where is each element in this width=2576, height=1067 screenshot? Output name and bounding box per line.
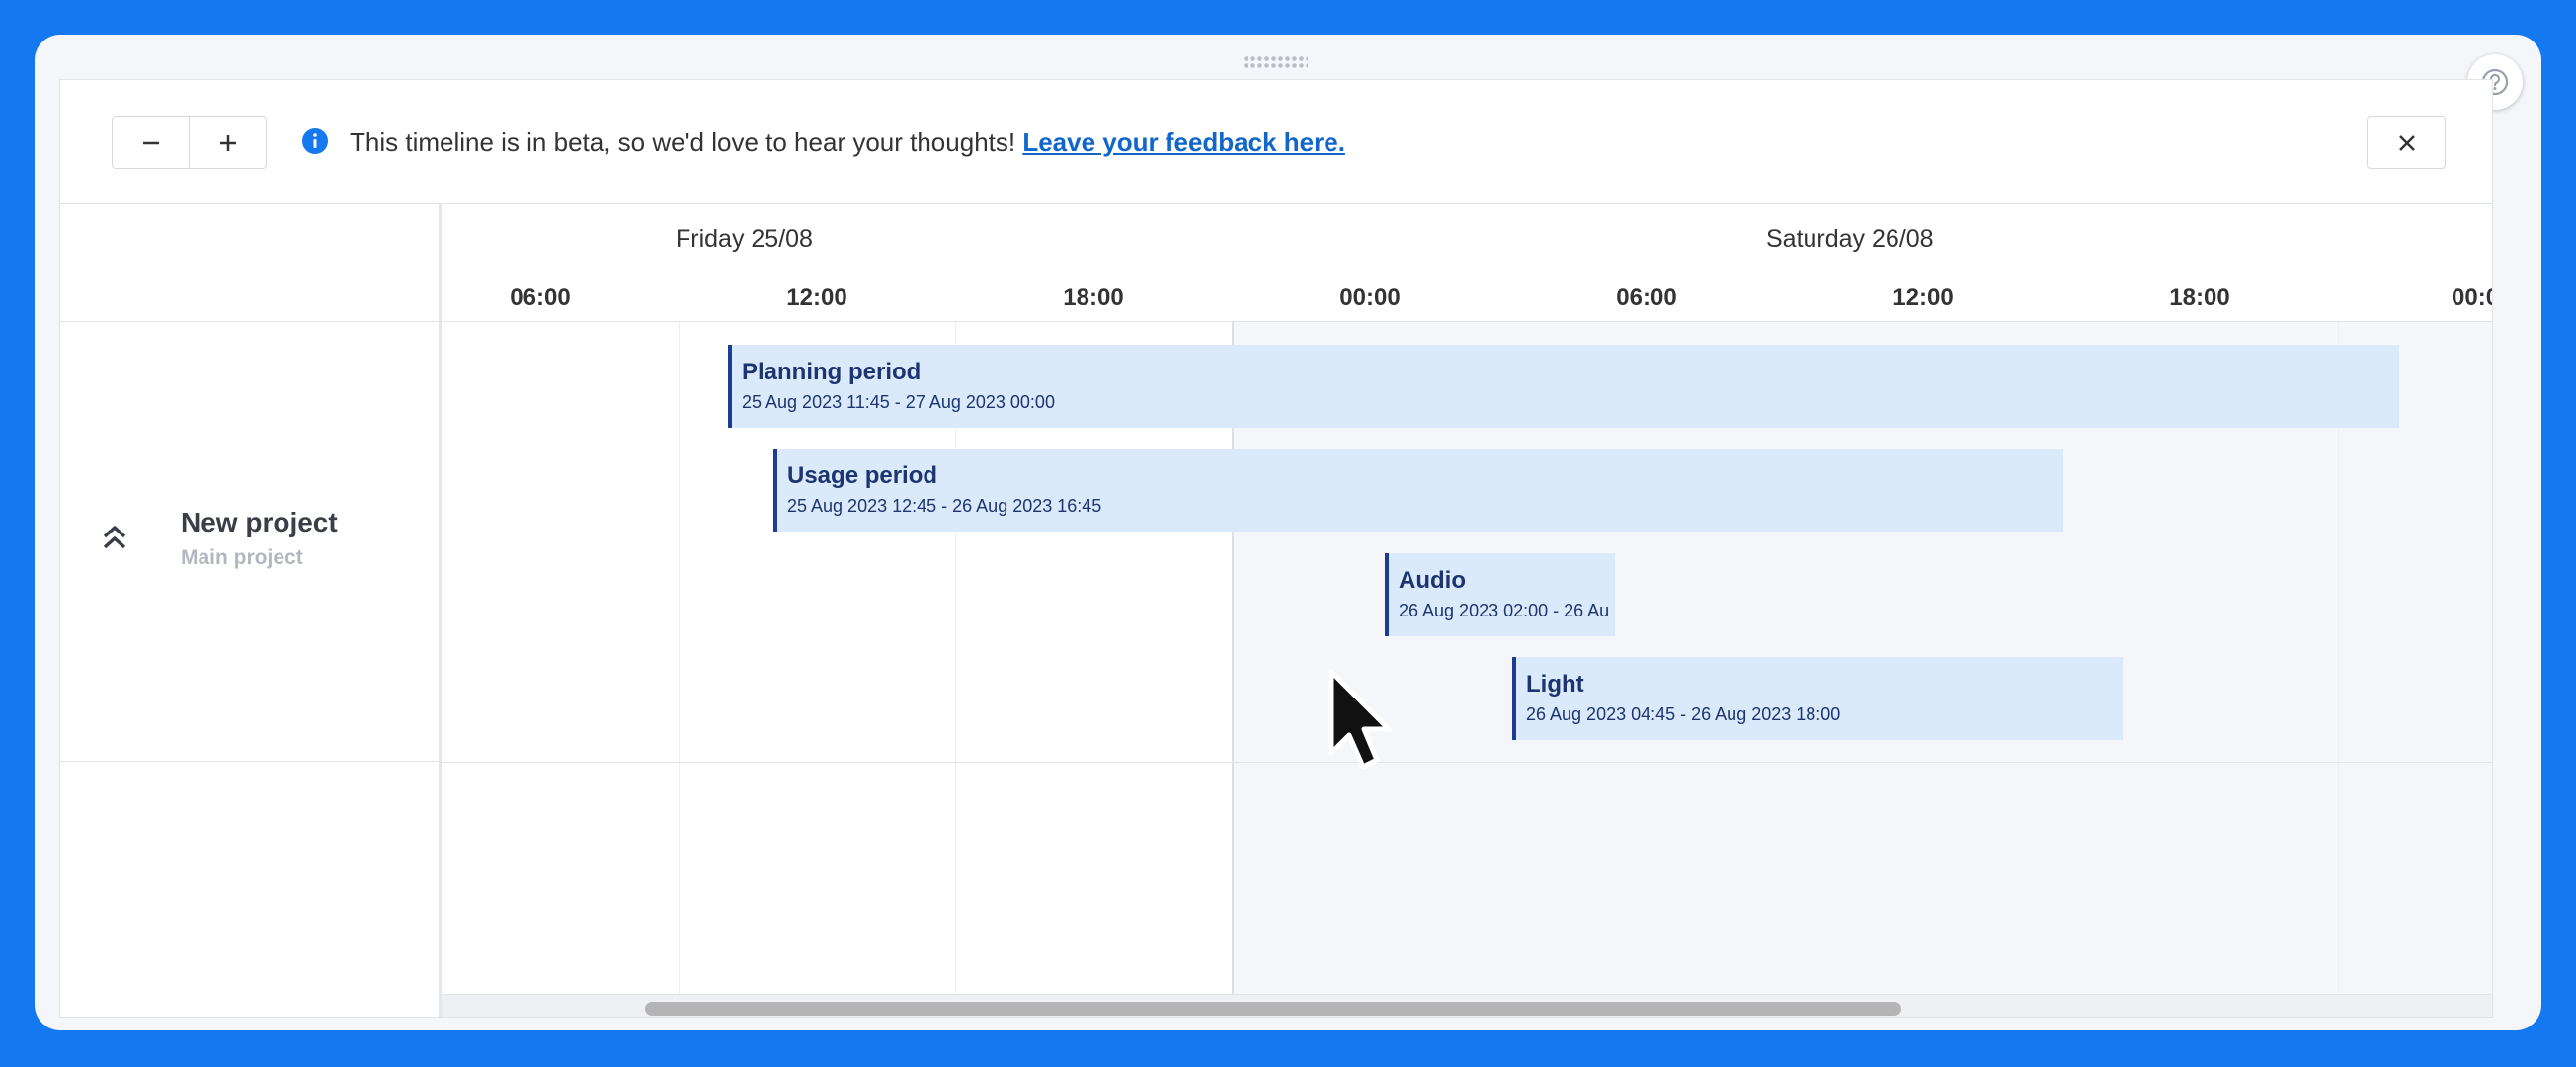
bar-title: Planning period [742,359,922,385]
resource-column: New project Main project [60,204,442,1017]
timeline-bar-light[interactable]: Light 26 Aug 2023 04:45 - 26 Aug 2023 18… [1512,657,2123,740]
timeline-bar-planning-period[interactable]: Planning period 25 Aug 2023 11:45 - 27 A… [728,345,2399,428]
hour-label: 12:00 [786,285,847,311]
beta-banner: This timeline is in beta, so we'd love t… [350,127,1345,158]
timeline-grid: Planning period 25 Aug 2023 11:45 - 27 A… [442,322,2492,994]
timeline-panel: This timeline is in beta, so we'd love t… [59,79,2493,1018]
horizontal-scrollbar[interactable] [442,994,2492,1017]
beta-banner-text: This timeline is in beta, so we'd love t… [350,127,1023,157]
zoom-out-button[interactable] [112,116,190,169]
bar-dates: 26 Aug 2023 02:00 - 26 Au [1399,601,1610,620]
bar-dates: 25 Aug 2023 12:45 - 26 Aug 2023 16:45 [787,496,1102,516]
hour-label: 06:00 [1616,285,1677,311]
zoom-in-button[interactable] [189,116,267,169]
hour-label: 06:00 [510,285,571,311]
timeline: Friday 25/08 Saturday 26/08 06:00 12:00 … [442,204,2492,1017]
resource-header [60,204,439,322]
grid-line [679,322,680,994]
hour-label: 00:0 [2452,285,2492,311]
hour-label: 18:00 [1063,285,1124,311]
project-name: New project [181,507,338,537]
bar-dates: 25 Aug 2023 11:45 - 27 Aug 2023 00:00 [742,392,1055,412]
mouse-cursor-icon [1328,669,1392,770]
day-label: Friday 25/08 [676,225,813,253]
chevron-double-up-icon[interactable] [101,523,128,552]
day-label: Saturday 26/08 [1766,225,1934,253]
hour-label: 12:00 [1892,285,1954,311]
minus-icon [143,141,159,145]
toolbar: This timeline is in beta, so we'd love t… [60,80,2492,204]
plus-icon [220,135,236,151]
info-icon [302,128,328,154]
close-banner-button[interactable] [2367,116,2446,169]
timeline-bar-usage-period[interactable]: Usage period 25 Aug 2023 12:45 - 26 Aug … [773,449,2063,532]
bar-title: Light [1526,671,1584,698]
close-icon [2399,135,2415,151]
row-divider [442,762,2492,763]
project-row: New project Main project [60,322,439,762]
hour-label: 00:00 [1339,285,1401,311]
scrollbar-thumb[interactable] [645,1002,1901,1016]
timeline-bar-audio[interactable]: Audio 26 Aug 2023 02:00 - 26 Au [1385,553,1615,636]
project-subtitle: Main project [181,546,303,569]
drag-handle[interactable] [1243,55,1308,69]
bar-title: Usage period [787,462,938,489]
feedback-link[interactable]: Leave your feedback here. [1022,127,1345,157]
timeline-header: Friday 25/08 Saturday 26/08 06:00 12:00 … [442,204,2492,322]
hour-label: 18:00 [2169,285,2230,311]
bar-dates: 26 Aug 2023 04:45 - 26 Aug 2023 18:00 [1526,704,1841,724]
bar-title: Audio [1399,567,1466,594]
